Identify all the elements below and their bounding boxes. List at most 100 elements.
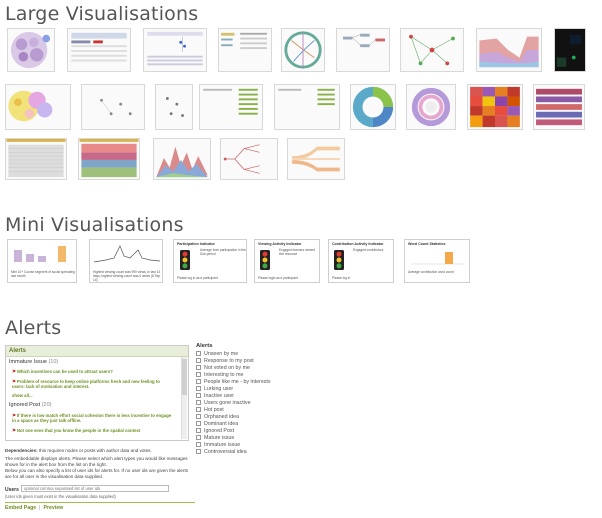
thumb-stream-graph[interactable] [476,28,542,72]
thumb-outline-list[interactable] [274,84,340,130]
checkbox[interactable] [196,379,201,384]
pin-icon: ⚑ [12,369,16,374]
alert-type-unseen-by-me[interactable]: Unseen by me [196,351,238,358]
alert-group-immature-issue[interactable]: Immature Issue (10) [9,359,58,365]
thumb-striped-heatmap[interactable] [533,84,585,130]
preview-link[interactable]: Preview [44,505,64,511]
alert-type-response-to-my-post[interactable]: Response to my post [196,358,254,365]
alert-type-label: Mature issue [204,435,235,441]
thumb-network-graph[interactable] [400,28,464,72]
mini-viewing-activity-indicator[interactable]: Viewing Activity Indicator Engaged learn… [254,239,320,283]
alert-type-not-voted-on-by-me[interactable]: Not voted on by me [196,365,250,372]
sankey-icon [292,146,340,172]
checkbox[interactable] [196,407,201,412]
alerts-scrollbar[interactable] [181,357,187,439]
show-all-link[interactable]: show all... [12,393,33,398]
alert-type-mature-issue[interactable]: Mature issue [196,435,234,442]
alert-item[interactable]: ⚑If there is low match effort social coh… [12,413,172,424]
thumb-table-chart[interactable] [67,28,131,72]
checkbox[interactable] [196,365,201,370]
checkbox[interactable] [196,393,201,398]
alert-type-interesting-to-me[interactable]: Interesting to me [196,372,243,379]
thumb-circle-packing[interactable] [7,28,55,72]
thumb-scatter-table[interactable] [143,28,207,72]
checkbox[interactable] [196,372,201,377]
pin-icon: ⚑ [12,428,16,433]
thumb-chord-diagram[interactable] [281,28,325,72]
checkbox[interactable] [196,351,201,356]
alert-type-label: Interesting to me [204,372,244,378]
alert-type-label: Hot post [204,407,224,413]
thumb-bubble-chart[interactable] [5,84,71,130]
alert-item[interactable]: ⚑Not one sees that you know the people i… [12,428,172,433]
thumb-dendrogram[interactable] [220,138,278,180]
thumb-green-text-list[interactable] [199,84,263,130]
traffic-light-icon [260,250,270,270]
alert-type-dominant-idea[interactable]: Dominant idea [196,421,238,428]
dependencies-text: this requires nodes or posts with author… [38,448,152,453]
alert-type-label: Response to my post [204,358,254,364]
checkbox[interactable] [196,428,201,433]
alert-item-text: Problem of resource to keep online platf… [12,379,160,390]
users-input[interactable] [21,485,169,492]
thumb-treemap[interactable] [78,138,140,180]
thumb-area-chart[interactable] [153,138,211,180]
checkbox[interactable] [196,421,201,426]
thumb-heatmap-grid[interactable] [467,84,523,130]
description-line-1: The embeddable displays alerts. Please s… [5,456,188,467]
alert-item[interactable]: ⚑Problem of resource to keep online plat… [12,379,172,390]
alert-item[interactable]: ⚑Which incentives can be used to attract… [12,369,172,374]
embed-page-link[interactable]: Embed Page [5,505,36,511]
alert-type-label: People like me - by interests [204,379,271,385]
scrollbar-thumb[interactable] [182,359,187,395]
alert-type-label: Ignored Post [204,428,235,434]
alert-type-ignored-post[interactable]: Ignored Post [196,428,234,435]
checkbox[interactable] [196,442,201,447]
alert-type-people-like-me[interactable]: People like me - by interests [196,379,271,386]
checkbox[interactable] [196,449,201,454]
checkbox[interactable] [196,386,201,391]
area-chart-icon [156,146,208,178]
thumb-sparse-network[interactable] [81,84,145,130]
thumb-donut-chart[interactable] [350,84,396,130]
mini-contribution-activity-indicator[interactable]: Contribution Activity Indicator Engaged … [328,239,394,283]
alert-type-controversial-idea[interactable]: Controversial idea [196,449,247,456]
alert-type-hot-post[interactable]: Hot post [196,407,224,414]
checkbox[interactable] [196,358,201,363]
thumb-dense-grid[interactable] [5,138,67,180]
word-count-bar-icon [411,252,465,265]
alert-item-text: Not one sees that you know the people in… [16,428,141,433]
mini-participation-indicator[interactable]: Participation Indicator Average from par… [173,239,247,283]
mini-word-count-statistics[interactable]: Word Count Statistics Average contributi… [404,239,470,283]
alert-type-lurking-user[interactable]: Lurking user [196,386,233,393]
participation-indicator-title: Participation Indicator [177,242,215,246]
alert-group-label: Ignored Post [9,402,41,408]
alert-type-users-gone-inactive[interactable]: Users gone inactive [196,400,251,407]
thumb-ring-chart[interactable] [406,84,456,130]
alert-type-immature-issue[interactable]: Immature issue [196,442,240,449]
chord-diagram-icon [284,31,322,69]
dense-grid-icon [6,139,66,178]
mini-line-chart[interactable]: Highest viewing count was 990 views; in … [89,239,163,283]
thumb-activity-list[interactable] [218,28,272,72]
checkbox[interactable] [196,435,201,440]
thumb-sankey[interactable] [287,138,345,180]
thumb-node-cluster[interactable] [155,84,193,130]
alert-group-ignored-post[interactable]: Ignored Post (20) [9,402,52,408]
alert-type-label: Controversial idea [204,449,247,455]
thumb-dark-map[interactable] [554,28,586,72]
alerts-panel-title: Alerts [9,348,27,354]
mini-bar-chart[interactable]: Mini 10+ Course segment of social spread… [7,239,77,283]
dark-map-icon [556,35,582,67]
green-text-list-icon [203,88,258,115]
scatter-table-icon [147,31,203,66]
mini-visualisations-heading: Mini Visualisations [5,214,184,236]
alert-type-inactive-user[interactable]: Inactive user [196,393,234,400]
alerts-preview-panel[interactable]: Alerts Immature Issue (10) ⚑Which incent… [5,345,189,441]
footer-divider [5,502,195,503]
thumb-tree-layout[interactable] [336,28,390,72]
contribution-activity-indicator-subtitle: Engaged contributors [353,248,384,252]
checkbox[interactable] [196,414,201,419]
checkbox[interactable] [196,400,201,405]
alert-type-orphaned-idea[interactable]: Orphaned idea [196,414,239,421]
